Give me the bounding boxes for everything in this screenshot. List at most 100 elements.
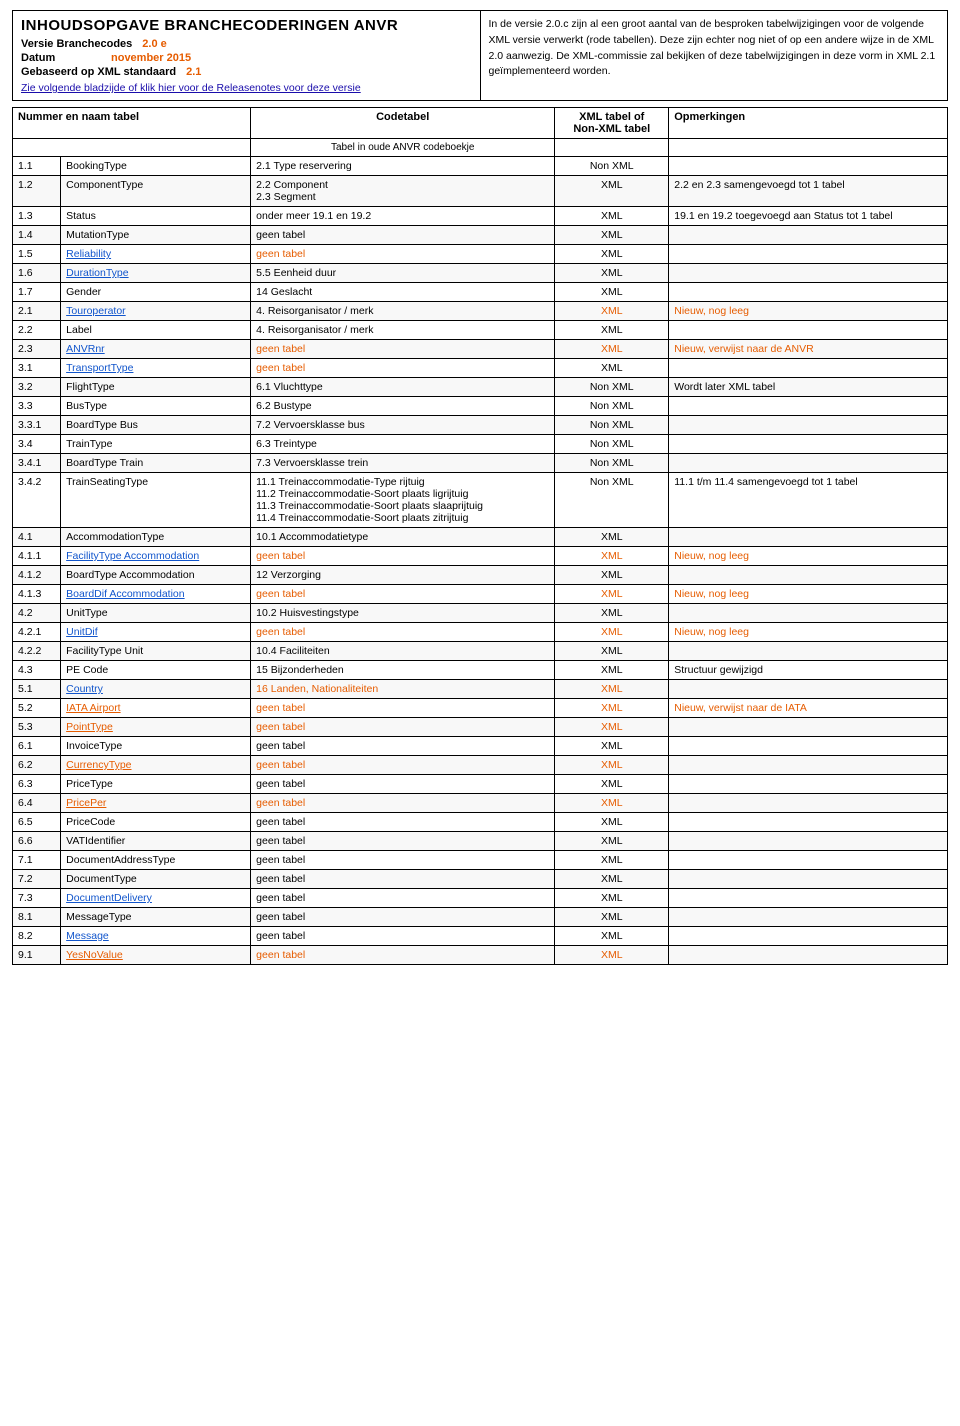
release-notes-link[interactable]: Zie volgende bladzijde of klik hier voor… [21,82,472,94]
th-codetabel-sub: Tabel in oude ANVR codeboekje [251,139,555,157]
row-num: 1.6 [13,264,61,283]
table-row: 7.2DocumentTypegeen tabelXML [13,870,948,889]
header-left: INHOUDSOPGAVE BRANCHECODERINGEN ANVR Ver… [12,10,481,101]
row-num: 5.2 [13,699,61,718]
version-value: 2.0 e [142,38,166,50]
row-name: MessageType [61,908,251,927]
row-remark: Wordt later XML tabel [669,378,948,397]
row-num: 4.1.1 [13,547,61,566]
row-name[interactable]: TransportType [61,359,251,378]
row-num: 3.4.2 [13,473,61,528]
row-name[interactable]: ANVRnr [61,340,251,359]
row-old-code: geen tabel [251,226,555,245]
row-xml-type: XML [555,207,669,226]
row-num: 4.2.1 [13,623,61,642]
row-num: 6.5 [13,813,61,832]
row-name[interactable]: Touroperator [61,302,251,321]
gebaseerd-value: 2.1 [186,66,201,78]
row-num: 6.6 [13,832,61,851]
row-num: 4.3 [13,661,61,680]
row-remark [669,718,948,737]
main-table: Nummer en naam tabel Codetabel XML tabel… [12,107,948,965]
version-row: Versie Branchecodes 2.0 e [21,38,472,50]
row-xml-type: XML [555,176,669,207]
row-remark [669,283,948,302]
table-row: 1.2ComponentType2.2 Component2.3 Segment… [13,176,948,207]
row-xml-type: XML [555,699,669,718]
table-row: 7.1DocumentAddressTypegeen tabelXML [13,851,948,870]
row-name[interactable]: DocumentDelivery [61,889,251,908]
row-name[interactable]: FacilityType Accommodation [61,547,251,566]
row-num: 4.2 [13,604,61,623]
row-num: 6.4 [13,794,61,813]
row-xml-type: XML [555,283,669,302]
header-row-2: Tabel in oude ANVR codeboekje [13,139,948,157]
table-row: 4.1.2BoardType Accommodation12 Verzorgin… [13,566,948,585]
row-xml-type: XML [555,340,669,359]
row-remark [669,528,948,547]
table-row: 1.6DurationType5.5 Eenheid duurXML [13,264,948,283]
header-right: In de versie 2.0.c zijn al een groot aan… [481,10,949,101]
row-remark [669,604,948,623]
row-name[interactable]: CurrencyType [61,756,251,775]
table-row: 4.1.1FacilityType Accommodationgeen tabe… [13,547,948,566]
table-row: 4.3PE Code15 BijzonderhedenXMLStructuur … [13,661,948,680]
row-old-code: geen tabel [251,946,555,965]
row-xml-type: Non XML [555,473,669,528]
row-name: UnitType [61,604,251,623]
row-name[interactable]: PricePer [61,794,251,813]
row-remark [669,794,948,813]
row-remark [669,397,948,416]
row-name[interactable]: YesNoValue [61,946,251,965]
row-name[interactable]: Message [61,927,251,946]
row-remark [669,321,948,340]
row-num: 3.3 [13,397,61,416]
row-old-code: 6.1 Vluchttype [251,378,555,397]
row-num: 7.2 [13,870,61,889]
row-old-code: geen tabel [251,699,555,718]
row-xml-type: XML [555,718,669,737]
row-old-code: 14 Geslacht [251,283,555,302]
table-row: 5.3PointTypegeen tabelXML [13,718,948,737]
row-old-code: geen tabel [251,832,555,851]
row-num: 3.1 [13,359,61,378]
table-row: 3.4.1BoardType Train7.3 Vervoersklasse t… [13,454,948,473]
row-xml-type: XML [555,832,669,851]
row-remark [669,245,948,264]
row-num: 1.4 [13,226,61,245]
row-name: PE Code [61,661,251,680]
row-xml-type: XML [555,642,669,661]
row-remark [669,908,948,927]
row-num: 6.1 [13,737,61,756]
row-name[interactable]: BoardDif Accommodation [61,585,251,604]
row-remark [669,642,948,661]
row-name: BusType [61,397,251,416]
table-row: 2.1Touroperator4. Reisorganisator / merk… [13,302,948,321]
row-xml-type: Non XML [555,157,669,176]
table-row: 1.5Reliabilitygeen tabelXML [13,245,948,264]
row-name[interactable]: UnitDif [61,623,251,642]
row-name[interactable]: Country [61,680,251,699]
row-remark [669,680,948,699]
row-old-code: 4. Reisorganisator / merk [251,321,555,340]
row-old-code: 2.1 Type reservering [251,157,555,176]
row-name[interactable]: PointType [61,718,251,737]
th-opmerkingen-header: Opmerkingen [669,108,948,139]
row-remark: Nieuw, nog leeg [669,302,948,321]
row-name: BoardType Accommodation [61,566,251,585]
row-remark: Structuur gewijzigd [669,661,948,680]
row-old-code: geen tabel [251,623,555,642]
row-num: 3.3.1 [13,416,61,435]
row-name[interactable]: Reliability [61,245,251,264]
row-name[interactable]: IATA Airport [61,699,251,718]
row-xml-type: XML [555,927,669,946]
row-name[interactable]: DurationType [61,264,251,283]
table-row: 3.4TrainType6.3 TreintypeNon XML [13,435,948,454]
row-name: VATIdentifier [61,832,251,851]
header: INHOUDSOPGAVE BRANCHECODERINGEN ANVR Ver… [12,10,948,101]
row-old-code: geen tabel [251,359,555,378]
row-name: AccommodationType [61,528,251,547]
row-remark: 11.1 t/m 11.4 samengevoegd tot 1 tabel [669,473,948,528]
row-name: Status [61,207,251,226]
row-remark [669,454,948,473]
